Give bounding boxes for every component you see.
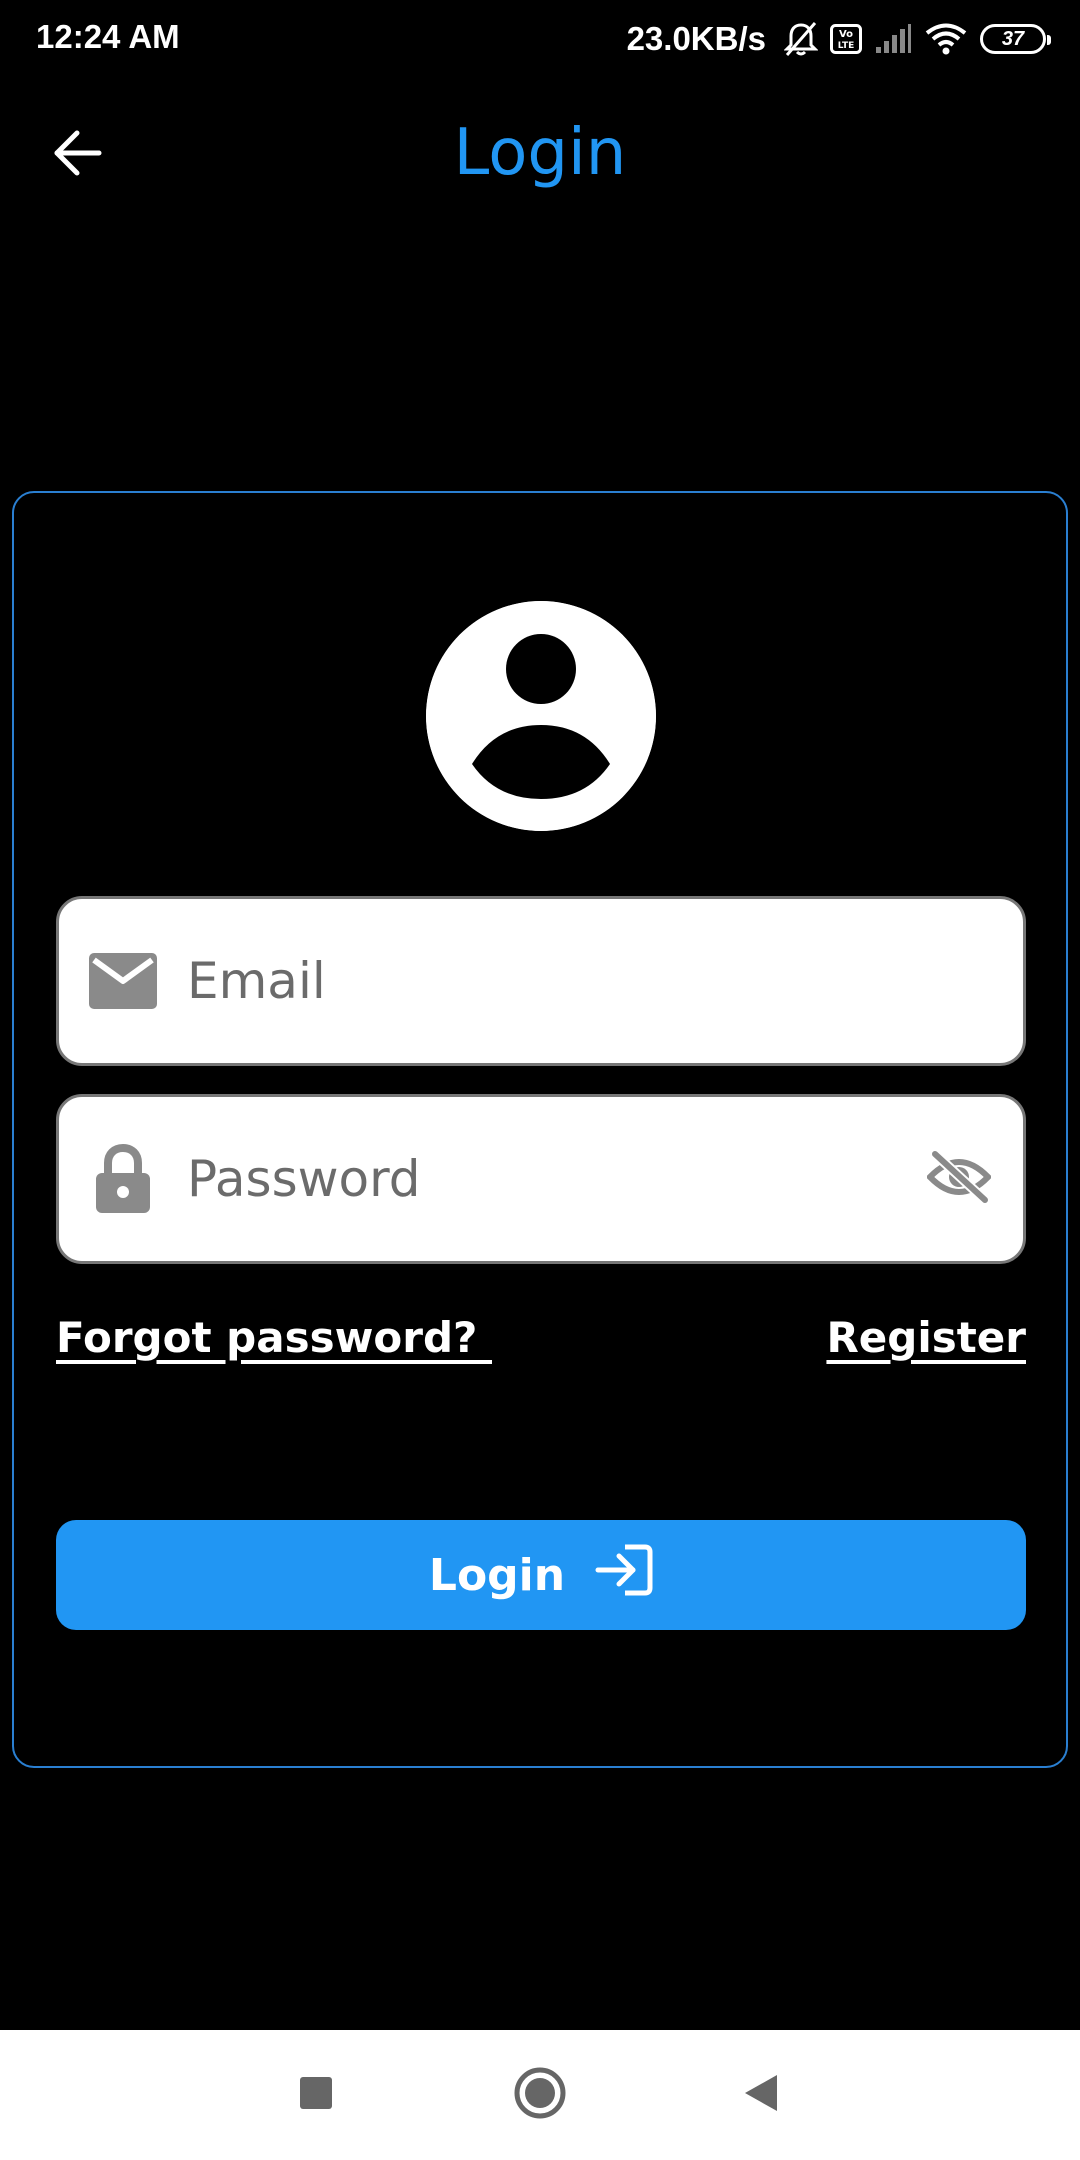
recents-icon (298, 2075, 334, 2116)
bell-off-icon (784, 21, 818, 57)
battery-level: 37 (1001, 27, 1025, 50)
register-link[interactable]: Register (826, 1313, 1026, 1362)
password-input[interactable] (187, 1150, 923, 1208)
page-title: Login (453, 116, 627, 190)
navigation-bar (0, 2030, 1080, 2160)
mail-icon (87, 945, 159, 1017)
login-button[interactable]: Login (56, 1520, 1026, 1630)
home-icon (513, 2066, 567, 2125)
password-field[interactable] (56, 1094, 1026, 1264)
login-screen: 12:24 AM 23.0KB/s Vo LTE 37 Login Email … (0, 0, 1080, 2160)
network-speed: 23.0KB/s (626, 20, 766, 57)
login-card: Forgot password? Register Login (12, 491, 1068, 1768)
avatar (426, 601, 656, 831)
login-icon (595, 1544, 653, 1607)
email-input[interactable] (187, 952, 1023, 1010)
lock-icon (87, 1143, 159, 1215)
password-visibility-toggle[interactable] (923, 1143, 995, 1215)
nav-back-button[interactable] (730, 2064, 792, 2126)
login-button-label: Login (428, 1549, 566, 1601)
battery-icon: 37 (980, 24, 1051, 54)
recents-button[interactable] (285, 2064, 347, 2126)
back-icon (743, 2073, 779, 2118)
volte-icon: Vo LTE (830, 24, 862, 54)
status-icons: 23.0KB/s Vo LTE 37 (626, 14, 1051, 64)
link-row: Forgot password? Register (56, 1313, 1026, 1373)
svg-text:LTE: LTE (838, 41, 855, 51)
wifi-icon (924, 22, 968, 56)
status-time: 12:24 AM (36, 18, 180, 55)
home-button[interactable] (509, 2064, 571, 2126)
app-bar: Login (0, 78, 1080, 228)
email-field[interactable] (56, 896, 1026, 1066)
signal-icon (874, 23, 912, 55)
forgot-password-link[interactable]: Forgot password? (56, 1313, 492, 1362)
eye-off-icon (925, 1149, 993, 1209)
account-circle-icon (426, 601, 656, 831)
status-bar: 12:24 AM 23.0KB/s Vo LTE 37 (0, 0, 1080, 78)
svg-text:Vo: Vo (839, 29, 853, 40)
